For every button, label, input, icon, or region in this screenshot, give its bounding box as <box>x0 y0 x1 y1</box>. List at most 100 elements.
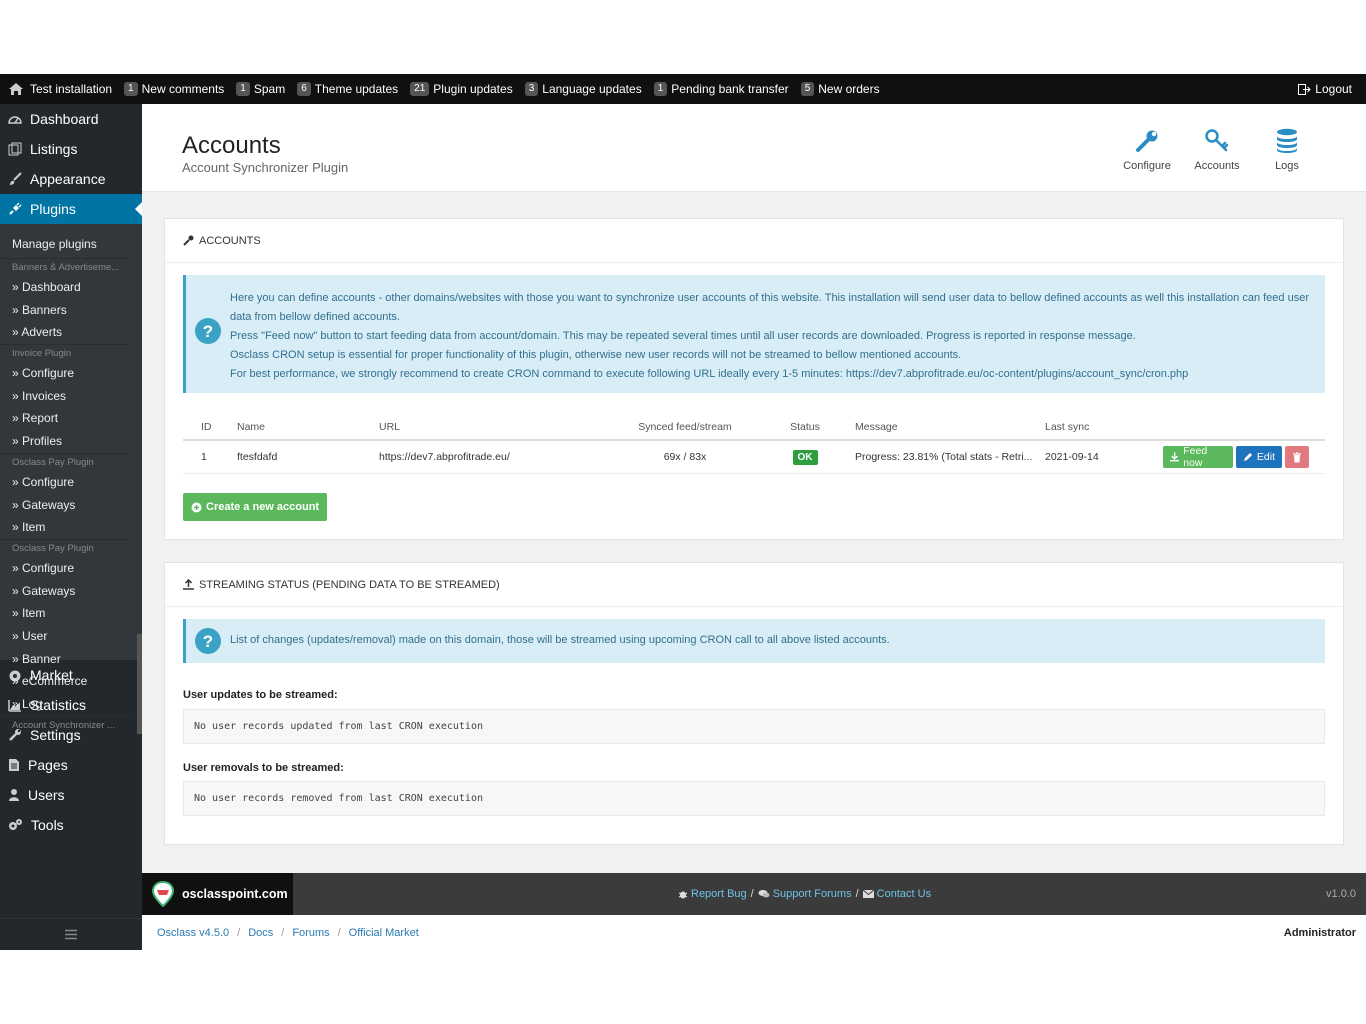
accounts-info-box: ? Here you can define accounts - other d… <box>183 275 1325 393</box>
submenu-link[interactable]: » Configure <box>0 557 142 580</box>
sidebar-item-appearance[interactable]: Appearance <box>0 164 142 194</box>
svg-text:?: ? <box>203 322 213 341</box>
submenu-link[interactable]: » Gateways <box>0 494 142 517</box>
submenu-link[interactable]: » User <box>0 625 142 648</box>
column-header: Synced feed/stream <box>638 421 732 433</box>
configure-action[interactable]: Configure <box>1123 128 1171 172</box>
streaming-panel: Streaming status (pending data to be str… <box>164 562 1344 845</box>
submenu-group-title: Osclass Pay Plugin <box>0 452 130 471</box>
submenu-manage-plugins[interactable]: Manage plugins <box>0 230 142 258</box>
bottom-links: Osclass v4.5.0 / Docs / Forums / Officia… <box>157 927 419 939</box>
submenu-link[interactable]: » Item <box>0 602 142 625</box>
delete-button[interactable] <box>1285 446 1309 468</box>
submenu-link[interactable]: » Adverts <box>0 321 142 344</box>
accounts-label: Accounts <box>1194 160 1240 172</box>
topbar-item-theme-updates[interactable]: 6 Theme updates <box>297 82 398 96</box>
submenu-link[interactable]: » Banners <box>0 299 142 322</box>
sidebar-item-users[interactable]: Users <box>0 780 142 810</box>
feed-now-label: Feed now <box>1183 445 1208 469</box>
submenu-group-title: Account Synchronizer ... <box>0 715 130 734</box>
submenu-link[interactable]: » eCommerce <box>0 670 142 693</box>
cell-status: OK <box>755 449 855 465</box>
topbar-item-label: Spam <box>253 82 286 96</box>
forums-link[interactable]: Forums <box>292 927 329 939</box>
crumb-separator: / <box>337 926 341 939</box>
bottom-bar: Osclass v4.5.0 / Docs / Forums / Officia… <box>142 915 1366 950</box>
edit-button[interactable]: Edit <box>1235 446 1282 468</box>
count-badge: 1 <box>236 82 250 96</box>
submenu-link[interactable]: » Banner <box>0 648 142 671</box>
report-bug-link[interactable]: Report Bug <box>678 888 747 900</box>
info-line: List of changes (updates/removal) made o… <box>230 634 890 646</box>
cell-name: ftesfdafd <box>237 451 278 463</box>
support-forums-link[interactable]: Support Forums <box>758 888 852 900</box>
topbar-item-label: Language updates <box>542 82 642 96</box>
logs-label: Logs <box>1275 160 1299 172</box>
accounts-panel: Accounts ? Here you can define accounts … <box>164 218 1344 540</box>
count-badge: 1 <box>653 82 668 96</box>
submenu-link[interactable]: » Profiles <box>0 430 142 453</box>
topbar-item-new-orders[interactable]: 5 New orders <box>800 82 880 96</box>
submenu-link[interactable]: » Dashboard <box>0 276 142 299</box>
submenu-link[interactable]: » Invoices <box>0 385 142 408</box>
gears-icon <box>9 819 22 830</box>
logout-link[interactable]: Logout <box>1298 82 1352 96</box>
topbar-item-new-comments[interactable]: 1 New comments <box>124 82 224 96</box>
count-badge: 21 <box>410 82 430 96</box>
topbar-home-link[interactable]: Test installation <box>8 82 112 96</box>
submenu-link[interactable]: » Configure <box>0 362 142 385</box>
streaming-info-box: ? List of changes (updates/removal) made… <box>183 619 1325 663</box>
logs-action[interactable]: Logs <box>1263 128 1311 172</box>
create-account-button[interactable]: Create a new account <box>183 493 328 521</box>
contact-us-link[interactable]: Contact Us <box>862 888 931 900</box>
topbar-item-pending-bank-transfer[interactable]: 1 Pending bank transfer <box>653 82 789 96</box>
official-market-link[interactable]: Official Market <box>349 927 419 939</box>
sidebar: Dashboard Listings Appearance Plugins Ma… <box>0 104 142 950</box>
osclass-version-link[interactable]: Osclass v4.5.0 <box>157 927 229 939</box>
sidebar-item-listings[interactable]: Listings <box>0 134 142 164</box>
panel-title-label: Streaming status (pending data to be str… <box>199 578 500 591</box>
submenu-link[interactable]: » Configure <box>0 471 142 494</box>
submenu-link[interactable]: » Item <box>0 516 142 539</box>
footer-brand[interactable]: osclasspoint.com <box>142 873 293 915</box>
edit-label: Edit <box>1256 451 1275 463</box>
wrench-icon <box>183 235 194 246</box>
header-actions: Configure Accounts Logs <box>1101 128 1311 172</box>
topbar-item-plugin-updates[interactable]: 21 Plugin updates <box>410 82 513 96</box>
panel-title-label: Accounts <box>199 234 261 247</box>
download-icon <box>1170 452 1180 462</box>
sidebar-item-pages[interactable]: Pages <box>0 750 142 780</box>
sidebar-item-dashboard[interactable]: Dashboard <box>0 104 142 134</box>
submenu-link[interactable]: » Log <box>0 693 142 716</box>
menu-icon <box>65 929 77 940</box>
sidebar-collapse-button[interactable] <box>0 918 142 950</box>
cell-message: Progress: 23.81% (Total stats - Retri... <box>855 451 1033 463</box>
topbar-item-spam[interactable]: 1 Spam <box>236 82 285 96</box>
column-header: Name <box>237 421 266 433</box>
user-icon <box>9 789 19 801</box>
sidebar-item-plugins[interactable]: Plugins <box>0 194 142 224</box>
submenu-group-title: Banners & Advertiseme... <box>0 258 130 276</box>
column-header: URL <box>379 421 401 433</box>
submenu-link[interactable]: » Gateways <box>0 580 142 603</box>
version-label: v1.0.0 <box>1326 888 1356 900</box>
page-header: Accounts Account Synchronizer Plugin Con… <box>142 104 1366 192</box>
docs-link[interactable]: Docs <box>248 927 273 939</box>
cell-synced: 69x / 83x <box>663 451 707 463</box>
count-badge: 6 <box>297 82 311 96</box>
upload-icon <box>183 579 194 590</box>
database-icon <box>1277 128 1297 153</box>
feed-now-button[interactable]: Feed now <box>1163 445 1233 469</box>
plus-circle-icon <box>191 502 202 512</box>
info-line: Osclass CRON setup is essential for prop… <box>230 349 962 361</box>
sidebar-item-tools[interactable]: Tools <box>0 810 142 840</box>
info-line: Here you can define accounts - other dom… <box>230 292 1309 323</box>
topbar-item-language-updates[interactable]: 3 Language updates <box>524 82 642 96</box>
svg-text:?: ? <box>203 632 213 651</box>
accounts-action[interactable]: Accounts <box>1193 128 1241 172</box>
submenu-link[interactable]: » Report <box>0 407 142 430</box>
envelope-icon <box>862 890 874 898</box>
key-icon <box>1205 129 1229 152</box>
removals-code-box: No user records removed from last CRON e… <box>183 781 1325 816</box>
count-badge: 3 <box>524 82 539 96</box>
